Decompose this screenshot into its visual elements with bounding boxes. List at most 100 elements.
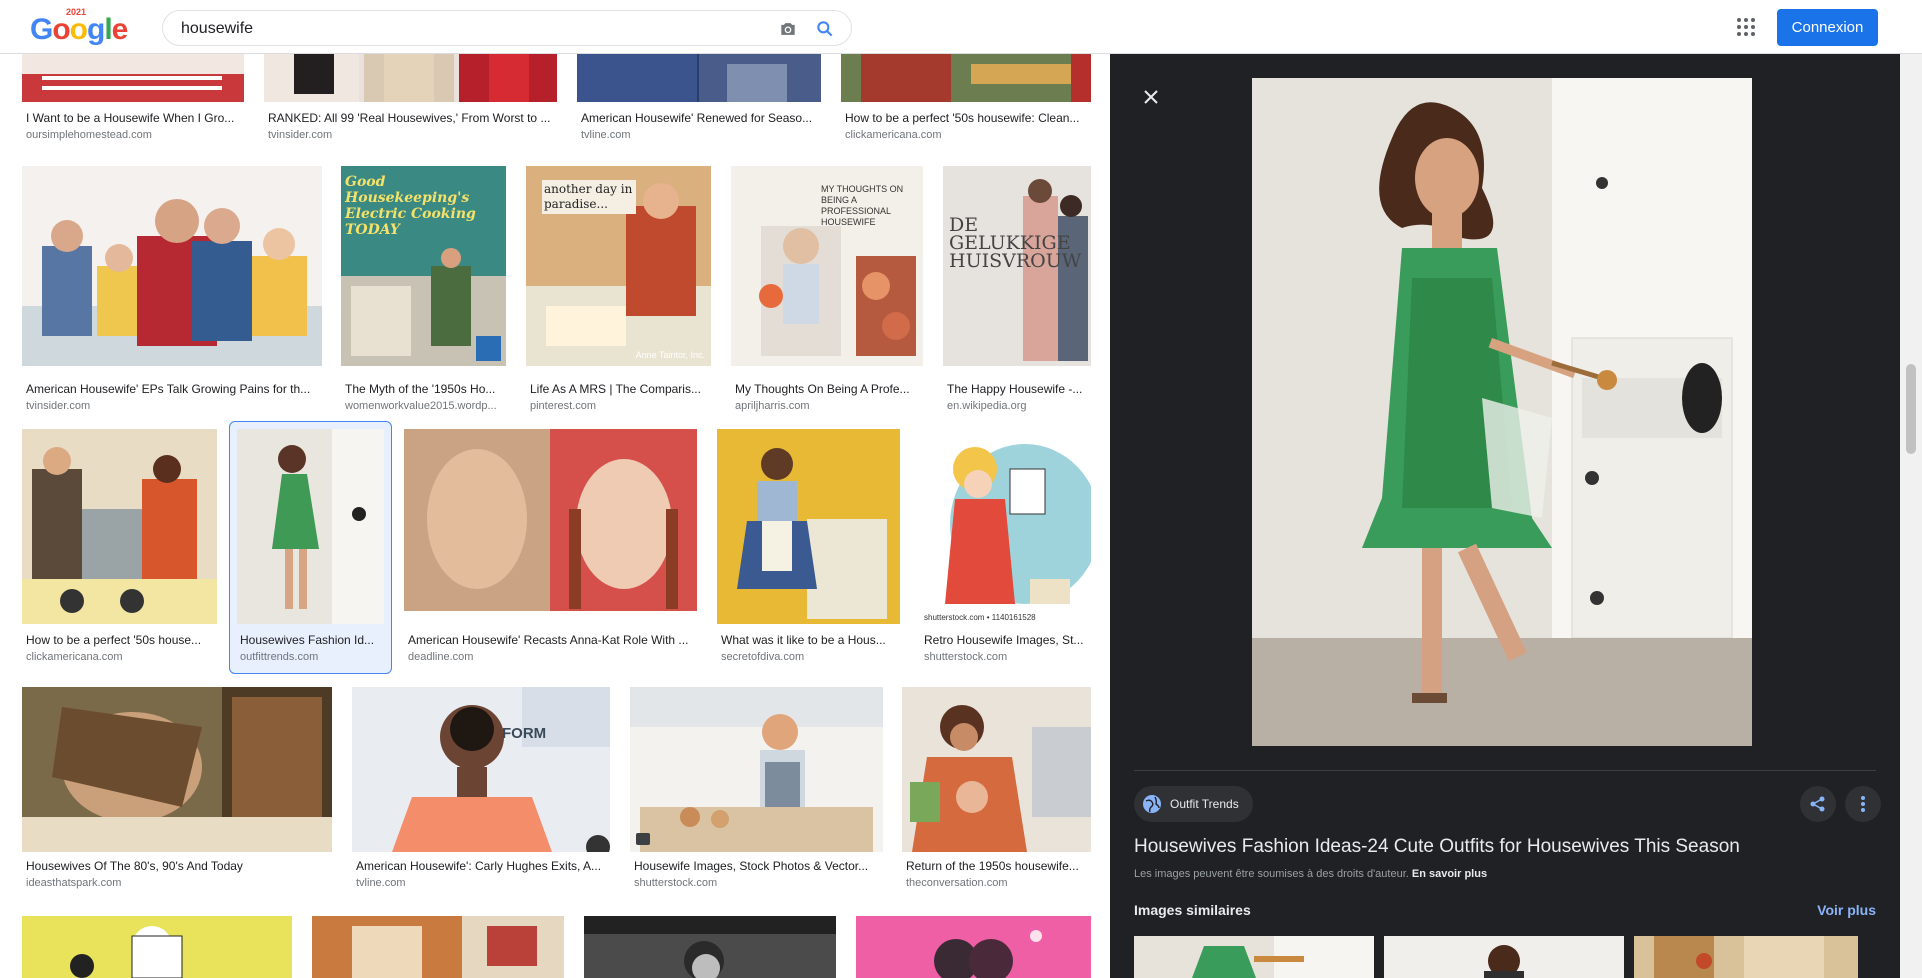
result-tile[interactable]: American Housewife' Renewed for Seaso...… — [577, 54, 821, 144]
result-thumbnail — [312, 916, 564, 978]
logo-year: 2021 — [66, 7, 87, 17]
result-title: Retro Housewife Images, St... — [924, 633, 1084, 647]
result-source: deadline.com — [408, 651, 474, 663]
result-thumbnail — [22, 166, 322, 366]
similar-image-thumb[interactable] — [1134, 936, 1374, 978]
source-chip[interactable]: Outfit Trends — [1134, 786, 1253, 822]
result-tile[interactable] — [584, 916, 836, 978]
image-preview-panel: Outfit Trends Housewives Fashion Ideas-2… — [1110, 54, 1900, 978]
preview-image[interactable] — [1252, 78, 1752, 746]
panel-divider — [1134, 770, 1876, 771]
result-source: apriljharris.com — [735, 400, 810, 412]
thumbnail-caption: DE GELUKKIGE HUISVROUW — [949, 214, 1082, 272]
result-source: tvline.com — [356, 877, 406, 889]
google-doodle-logo[interactable]: Google 2021 — [30, 7, 129, 47]
result-tile[interactable]: Return of the 1950s housewife... theconv… — [902, 687, 1091, 897]
search-icon[interactable] — [815, 19, 835, 39]
result-source: shutterstock.com — [634, 877, 718, 889]
top-header: Google 2021 Connexion — [0, 0, 1922, 54]
result-tile[interactable]: American Housewife' EPs Talk Growing Pai… — [22, 166, 322, 416]
share-button[interactable] — [1800, 786, 1836, 822]
logo-letter: e — [111, 13, 129, 46]
result-thumbnail — [630, 687, 883, 852]
image-results-grid: I Want to be a Housewife When I Gro... o… — [0, 54, 1110, 978]
thumbnail-caption: Good Housekeeping's Electric Cooking TOD… — [345, 174, 476, 238]
result-thumbnail — [22, 54, 244, 102]
signin-button[interactable]: Connexion — [1777, 9, 1878, 46]
camera-icon[interactable] — [777, 19, 799, 39]
result-title: American Housewife' Recasts Anna-Kat Rol… — [408, 633, 689, 647]
result-title: The Myth of the '1950s Ho... — [345, 382, 496, 396]
result-tile[interactable]: How to be a perfect '50s housewife: Clea… — [841, 54, 1091, 144]
close-icon[interactable] — [1142, 88, 1160, 106]
logo-letter: o — [52, 13, 70, 46]
similar-image-thumb[interactable] — [1634, 936, 1858, 978]
result-tile[interactable]: another day in paradise... Anne Taintor,… — [526, 166, 711, 416]
globe-icon — [1143, 795, 1161, 813]
result-source: outfittrends.com — [240, 651, 319, 663]
result-title: Housewives Of The 80's, 90's And Today — [26, 859, 243, 873]
thumbnail-caption: MY THOUGHTS ON BEING A PROFESSIONAL HOUS… — [821, 184, 904, 227]
copyright-text: Les images peuvent être soumises à des d… — [1134, 868, 1409, 880]
page-scrollbar[interactable] — [1900, 54, 1922, 978]
result-tile[interactable] — [22, 916, 292, 978]
result-thumbnail: Good Housekeeping's Electric Cooking TOD… — [341, 166, 506, 366]
result-thumbnail — [902, 687, 1091, 852]
result-tile[interactable]: I Want to be a Housewife When I Gro... o… — [22, 54, 244, 144]
logo-letter: g — [87, 13, 105, 46]
source-chip-label: Outfit Trends — [1170, 797, 1239, 811]
result-tile[interactable]: Housewives Of The 80's, 90's And Today i… — [22, 687, 332, 897]
result-thumbnail — [22, 429, 217, 624]
result-tile[interactable]: How to be a perfect '50s house... clicka… — [22, 429, 217, 669]
see-more-link[interactable]: Voir plus — [1817, 902, 1876, 918]
result-title: The Happy Housewife -... — [947, 382, 1083, 396]
result-thumbnail: another day in paradise... Anne Taintor,… — [526, 166, 711, 366]
thumbnail-badge-icon — [636, 833, 650, 845]
thumbnail-credit: Anne Taintor, Inc. — [635, 350, 705, 360]
thumbnail-caption: FORM — [502, 725, 547, 742]
search-box — [162, 10, 852, 46]
learn-more-link[interactable]: En savoir plus — [1412, 868, 1487, 880]
result-thumbnail — [22, 916, 292, 978]
result-source: secretofdiva.com — [721, 651, 805, 663]
result-title: How to be a perfect '50s housewife: Clea… — [845, 111, 1080, 125]
result-tile[interactable]: FORM American Housewife': Carly Hughes E… — [352, 687, 610, 897]
result-thumbnail: FORM — [352, 687, 610, 852]
result-source: pinterest.com — [530, 400, 597, 412]
scrollbar-thumb[interactable] — [1906, 364, 1916, 454]
more-options-button[interactable] — [1845, 786, 1881, 822]
result-thumbnail — [577, 54, 821, 102]
result-source: en.wikipedia.org — [947, 400, 1027, 412]
result-title: Housewives Fashion Id... — [240, 633, 375, 647]
result-thumbnail — [22, 687, 332, 852]
result-tile[interactable]: Housewife Images, Stock Photos & Vector.… — [630, 687, 883, 897]
result-tile-selected[interactable]: Housewives Fashion Id... outfittrends.co… — [229, 421, 392, 674]
result-title: Life As A MRS | The Comparis... — [530, 382, 701, 396]
result-source: ideasthatspark.com — [26, 877, 122, 889]
result-tile[interactable]: DE GELUKKIGE HUISVROUW The Happy Housewi… — [943, 166, 1091, 416]
result-thumbnail — [841, 54, 1091, 102]
result-tile[interactable]: What was it like to be a Hous... secreto… — [717, 429, 900, 669]
share-icon — [1810, 796, 1825, 812]
logo-letter: o — [69, 13, 88, 46]
similar-image-thumb[interactable] — [1384, 936, 1624, 978]
result-source: womenworkvalue2015.wordp... — [345, 400, 497, 412]
result-title: American Housewife': Carly Hughes Exits,… — [356, 859, 602, 873]
result-tile[interactable] — [856, 916, 1091, 978]
result-tile[interactable]: Good Housekeeping's Electric Cooking TOD… — [341, 166, 506, 416]
result-thumbnail — [717, 429, 900, 624]
search-input[interactable] — [181, 19, 741, 39]
thumbnail-caption: another day in paradise... — [542, 180, 636, 214]
result-thumbnail — [856, 916, 1091, 978]
result-tile[interactable]: American Housewife' Recasts Anna-Kat Rol… — [404, 429, 697, 669]
preview-title[interactable]: Housewives Fashion Ideas-24 Cute Outfits… — [1134, 836, 1874, 858]
result-tile[interactable] — [312, 916, 564, 978]
result-thumbnail — [404, 429, 697, 611]
result-title: My Thoughts On Being A Profe... — [735, 382, 910, 396]
logo-letter: l — [104, 13, 112, 46]
apps-grid-icon[interactable] — [1736, 17, 1756, 37]
result-thumbnail: MY THOUGHTS ON BEING A PROFESSIONAL HOUS… — [731, 166, 923, 366]
result-tile[interactable]: shutterstock.com • 1140161528 Retro Hous… — [920, 429, 1091, 669]
result-tile[interactable]: MY THOUGHTS ON BEING A PROFESSIONAL HOUS… — [731, 166, 923, 416]
result-tile[interactable]: RANKED: All 99 'Real Housewives,' From W… — [264, 54, 557, 144]
